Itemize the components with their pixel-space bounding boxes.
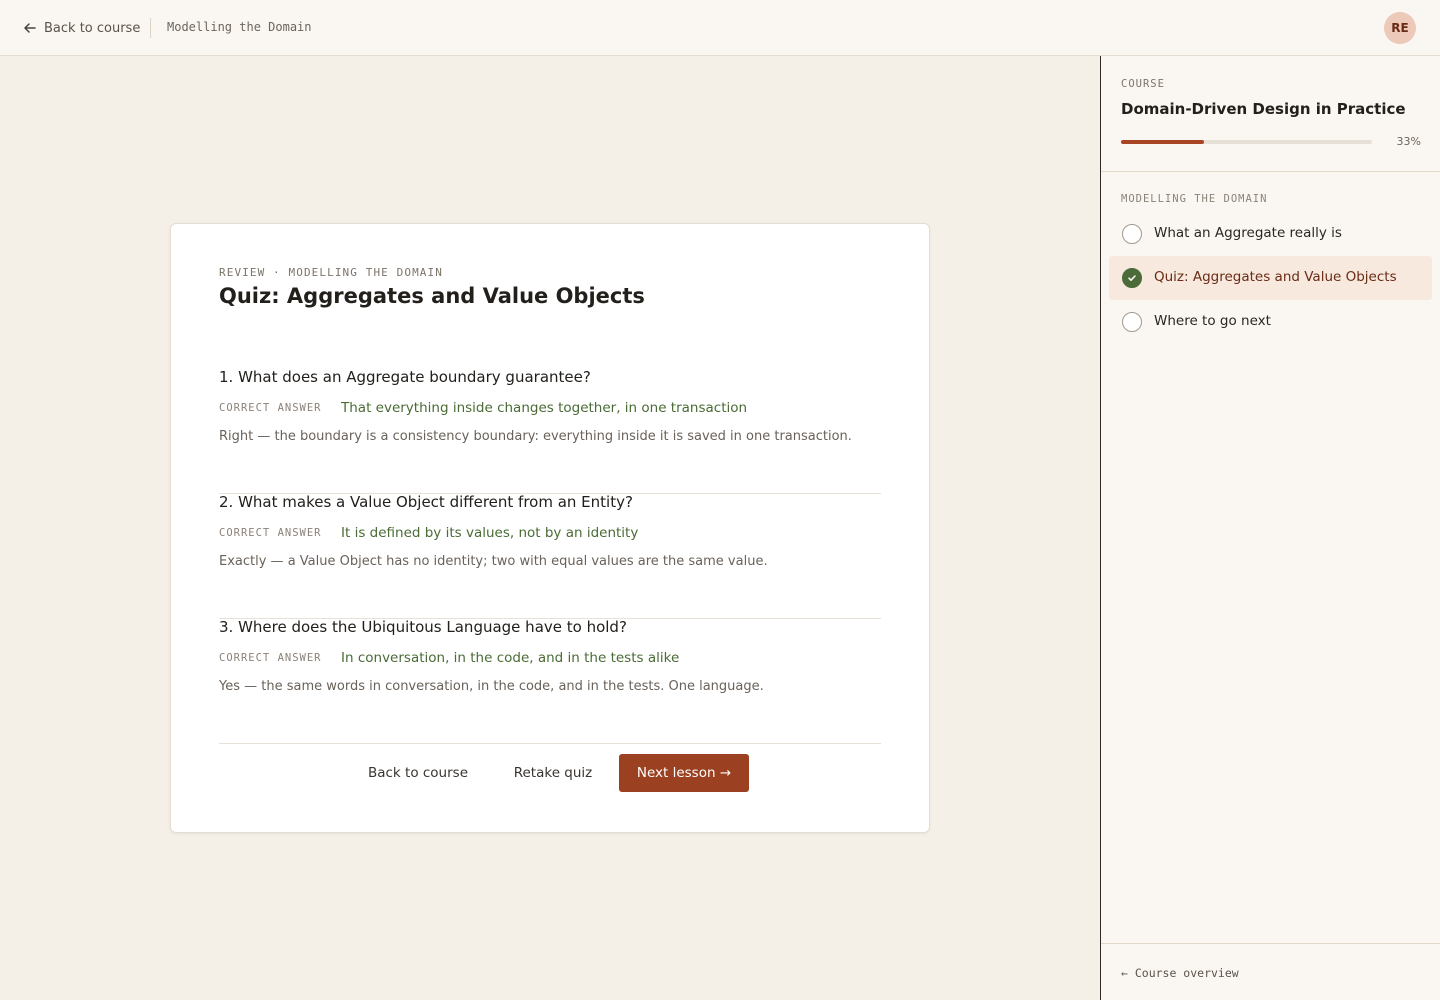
- back-to-course-link[interactable]: Back to course: [22, 18, 140, 38]
- course-sidebar: COURSE Domain-Driven Design in Practice …: [1100, 56, 1440, 1000]
- quiz-eyebrow: REVIEW · MODELLING THE DOMAIN: [219, 266, 443, 279]
- module-label: MODELLING THE DOMAIN: [1121, 193, 1268, 205]
- lesson-incomplete-icon: [1122, 224, 1142, 244]
- question-item: 2. What makes a Value Object different f…: [219, 493, 881, 619]
- lesson-item-active[interactable]: Quiz: Aggregates and Value Objects: [1109, 256, 1432, 300]
- course-overview-link[interactable]: ← Course overview: [1121, 966, 1239, 980]
- correct-answer-label: CORRECT ANSWER: [219, 402, 322, 414]
- page-title: Quiz: Aggregates and Value Objects: [219, 284, 645, 308]
- course-title: Domain-Driven Design in Practice: [1121, 100, 1406, 118]
- back-to-course-button[interactable]: Back to course: [359, 754, 477, 792]
- avatar[interactable]: RE: [1384, 12, 1416, 44]
- question-item: 3. Where does the Ubiquitous Language ha…: [219, 618, 881, 744]
- question-text: 2. What makes a Value Object different f…: [219, 493, 633, 511]
- course-progress-bar: [1121, 140, 1372, 144]
- question-item: 1. What does an Aggregate boundary guara…: [219, 368, 881, 494]
- course-progress-percent: 33%: [1396, 135, 1421, 148]
- question-text: 1. What does an Aggregate boundary guara…: [219, 368, 591, 386]
- course-progress-fill: [1121, 140, 1204, 144]
- check-circle-icon: [1122, 268, 1142, 288]
- answer-explanation: Yes — the same words in conversation, in…: [219, 679, 764, 694]
- arrow-left-icon: [24, 23, 36, 33]
- breadcrumb: Modelling the Domain: [167, 20, 312, 34]
- correct-answer: That everything inside changes together,…: [341, 400, 748, 416]
- answer-explanation: Exactly — a Value Object has no identity…: [219, 554, 768, 569]
- lesson-incomplete-icon: [1122, 312, 1142, 332]
- correct-answer: In conversation, in the code, and in the…: [341, 650, 680, 666]
- divider: [150, 18, 151, 38]
- lesson-item[interactable]: What an Aggregate really is: [1109, 212, 1432, 256]
- correct-answer-label: CORRECT ANSWER: [219, 527, 322, 539]
- correct-answer-label: CORRECT ANSWER: [219, 652, 322, 664]
- top-bar: Back to course Modelling the Domain RE: [0, 0, 1440, 56]
- back-to-course-label: Back to course: [44, 20, 141, 36]
- correct-answer: It is defined by its values, not by an i…: [341, 525, 639, 541]
- question-text: 3. Where does the Ubiquitous Language ha…: [219, 618, 627, 636]
- retake-quiz-button[interactable]: Retake quiz: [505, 754, 601, 792]
- lesson-item[interactable]: Where to go next: [1109, 300, 1432, 344]
- next-lesson-button[interactable]: Next lesson →: [619, 754, 749, 792]
- lesson-label: What an Aggregate really is: [1154, 225, 1342, 241]
- divider: [1101, 943, 1440, 944]
- quiz-actions: Back to course Retake quiz Next lesson →: [171, 754, 931, 792]
- quiz-review-card: REVIEW · MODELLING THE DOMAIN Quiz: Aggr…: [170, 223, 930, 833]
- course-kicker: COURSE: [1121, 78, 1165, 90]
- lesson-label: Where to go next: [1154, 313, 1271, 329]
- answer-explanation: Right — the boundary is a consistency bo…: [219, 429, 852, 444]
- divider: [1101, 171, 1440, 172]
- lesson-label: Quiz: Aggregates and Value Objects: [1154, 269, 1397, 285]
